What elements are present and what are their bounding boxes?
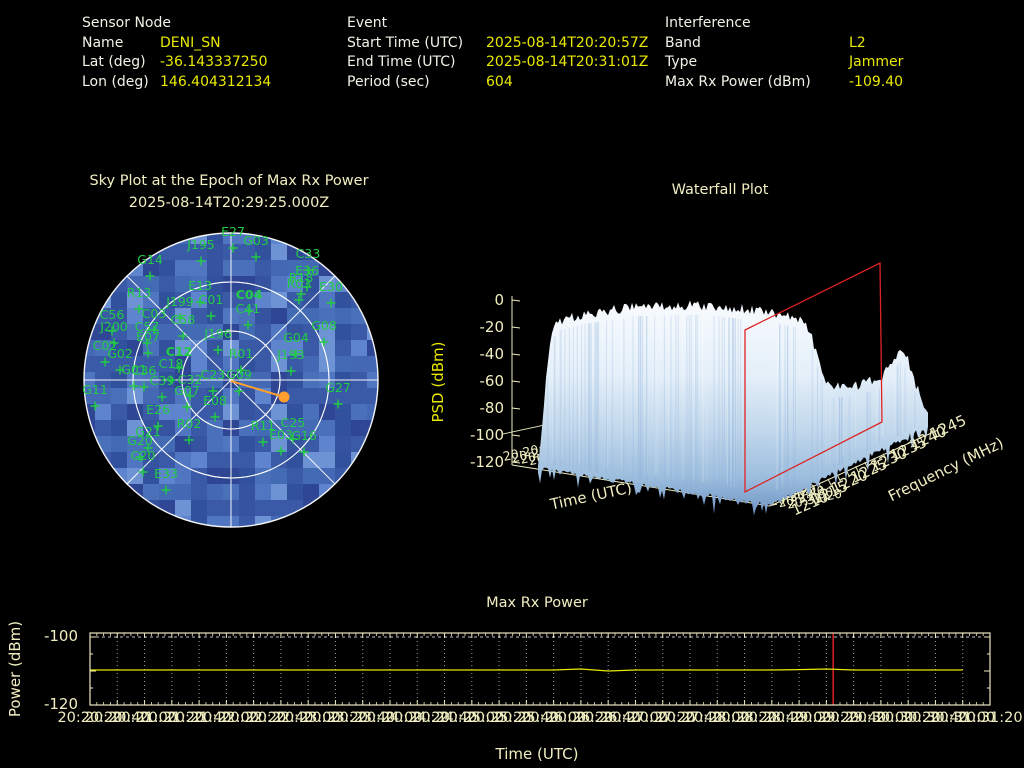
psd-axis-label: PSD (dBm) xyxy=(429,341,447,422)
satellite-label: C04 xyxy=(236,287,263,302)
satellite-label: C33 xyxy=(296,246,321,261)
plots-canvas: E27G03J195G14E13R13C33E36R18R03 E30C56 C03… xyxy=(6,224,1023,726)
satellite-label: E27 xyxy=(221,224,245,239)
waterfall-plot: 0-20-40-60-80-100-120PSD (dBm)1210121512… xyxy=(429,261,1006,519)
satellite-label: C58 xyxy=(171,312,196,327)
satellite-label: E33 xyxy=(154,466,178,481)
waterfall-time-axis-label: Time (UTC) xyxy=(548,479,634,514)
psd-tick-label: -100 xyxy=(470,426,504,444)
satellite-label: C20 xyxy=(131,448,156,463)
satellite-label: E07 xyxy=(136,329,160,344)
satellite-label: C23 xyxy=(201,367,226,382)
satellite-label: R13 xyxy=(127,285,152,300)
satellite-label: E13 xyxy=(188,278,212,293)
satellite-label: G09 xyxy=(226,367,252,382)
satellite-label: E26 xyxy=(146,402,170,417)
psd-tick-label: -40 xyxy=(480,345,505,363)
satellite-label: J195 xyxy=(186,237,215,252)
power-plot: 20:20:2020:20:4020:21:0020:21:2020:21:40… xyxy=(6,621,1023,726)
satellite-label: E08 xyxy=(203,393,227,408)
satellite-label: J193 xyxy=(276,347,305,362)
sky-plot: E27G03J195G14E13R13C33E36R18R03 E30C56 C03… xyxy=(82,224,379,528)
satellite-label: E03 xyxy=(269,427,293,442)
time-tick-label: 20:31:20 xyxy=(957,710,1022,726)
dashboard: Sensor Node Name DENI_SN Lat (deg) -36.143… xyxy=(0,0,1024,768)
psd-tick-label: -120 xyxy=(470,453,504,471)
power-tick-label: -120 xyxy=(44,695,78,713)
psd-tick-label: -80 xyxy=(480,399,505,417)
satellite-label: J196 xyxy=(203,326,232,341)
satellite-label: R02 xyxy=(177,416,202,431)
satellite-label: C39 xyxy=(150,373,175,388)
satellite-label: C01 xyxy=(199,292,224,307)
satellite-label: G27 xyxy=(325,380,351,395)
satellite-label: E30 xyxy=(319,279,343,294)
satellite-label: G08 xyxy=(311,318,337,333)
satellite-label: G14 xyxy=(137,252,163,267)
satellite-label: R01 xyxy=(229,346,254,361)
interference-marker xyxy=(278,391,290,403)
satellite-label: G16 xyxy=(291,428,317,443)
satellite-label: R03 xyxy=(287,276,312,291)
satellite-label: G02 xyxy=(107,346,133,361)
psd-tick-label: -60 xyxy=(480,372,505,390)
satellite-label: G07 xyxy=(174,383,200,398)
satellite-label: J199 xyxy=(165,294,194,309)
satellite-label: G04 xyxy=(283,330,309,345)
satellite-label: J200 xyxy=(99,319,128,334)
satellite-label: G03 xyxy=(243,233,269,248)
psd-tick-label: 0 xyxy=(494,291,504,309)
satellite-label: C18 xyxy=(159,356,184,371)
power-axis-label: Power (dBm) xyxy=(6,621,24,717)
psd-tick-label: -20 xyxy=(480,318,505,336)
satellite-label: G11 xyxy=(82,382,108,397)
satellite-label: G20 xyxy=(127,433,153,448)
power-tick-label: -100 xyxy=(44,627,78,645)
satellite-label: C41 xyxy=(236,301,261,316)
